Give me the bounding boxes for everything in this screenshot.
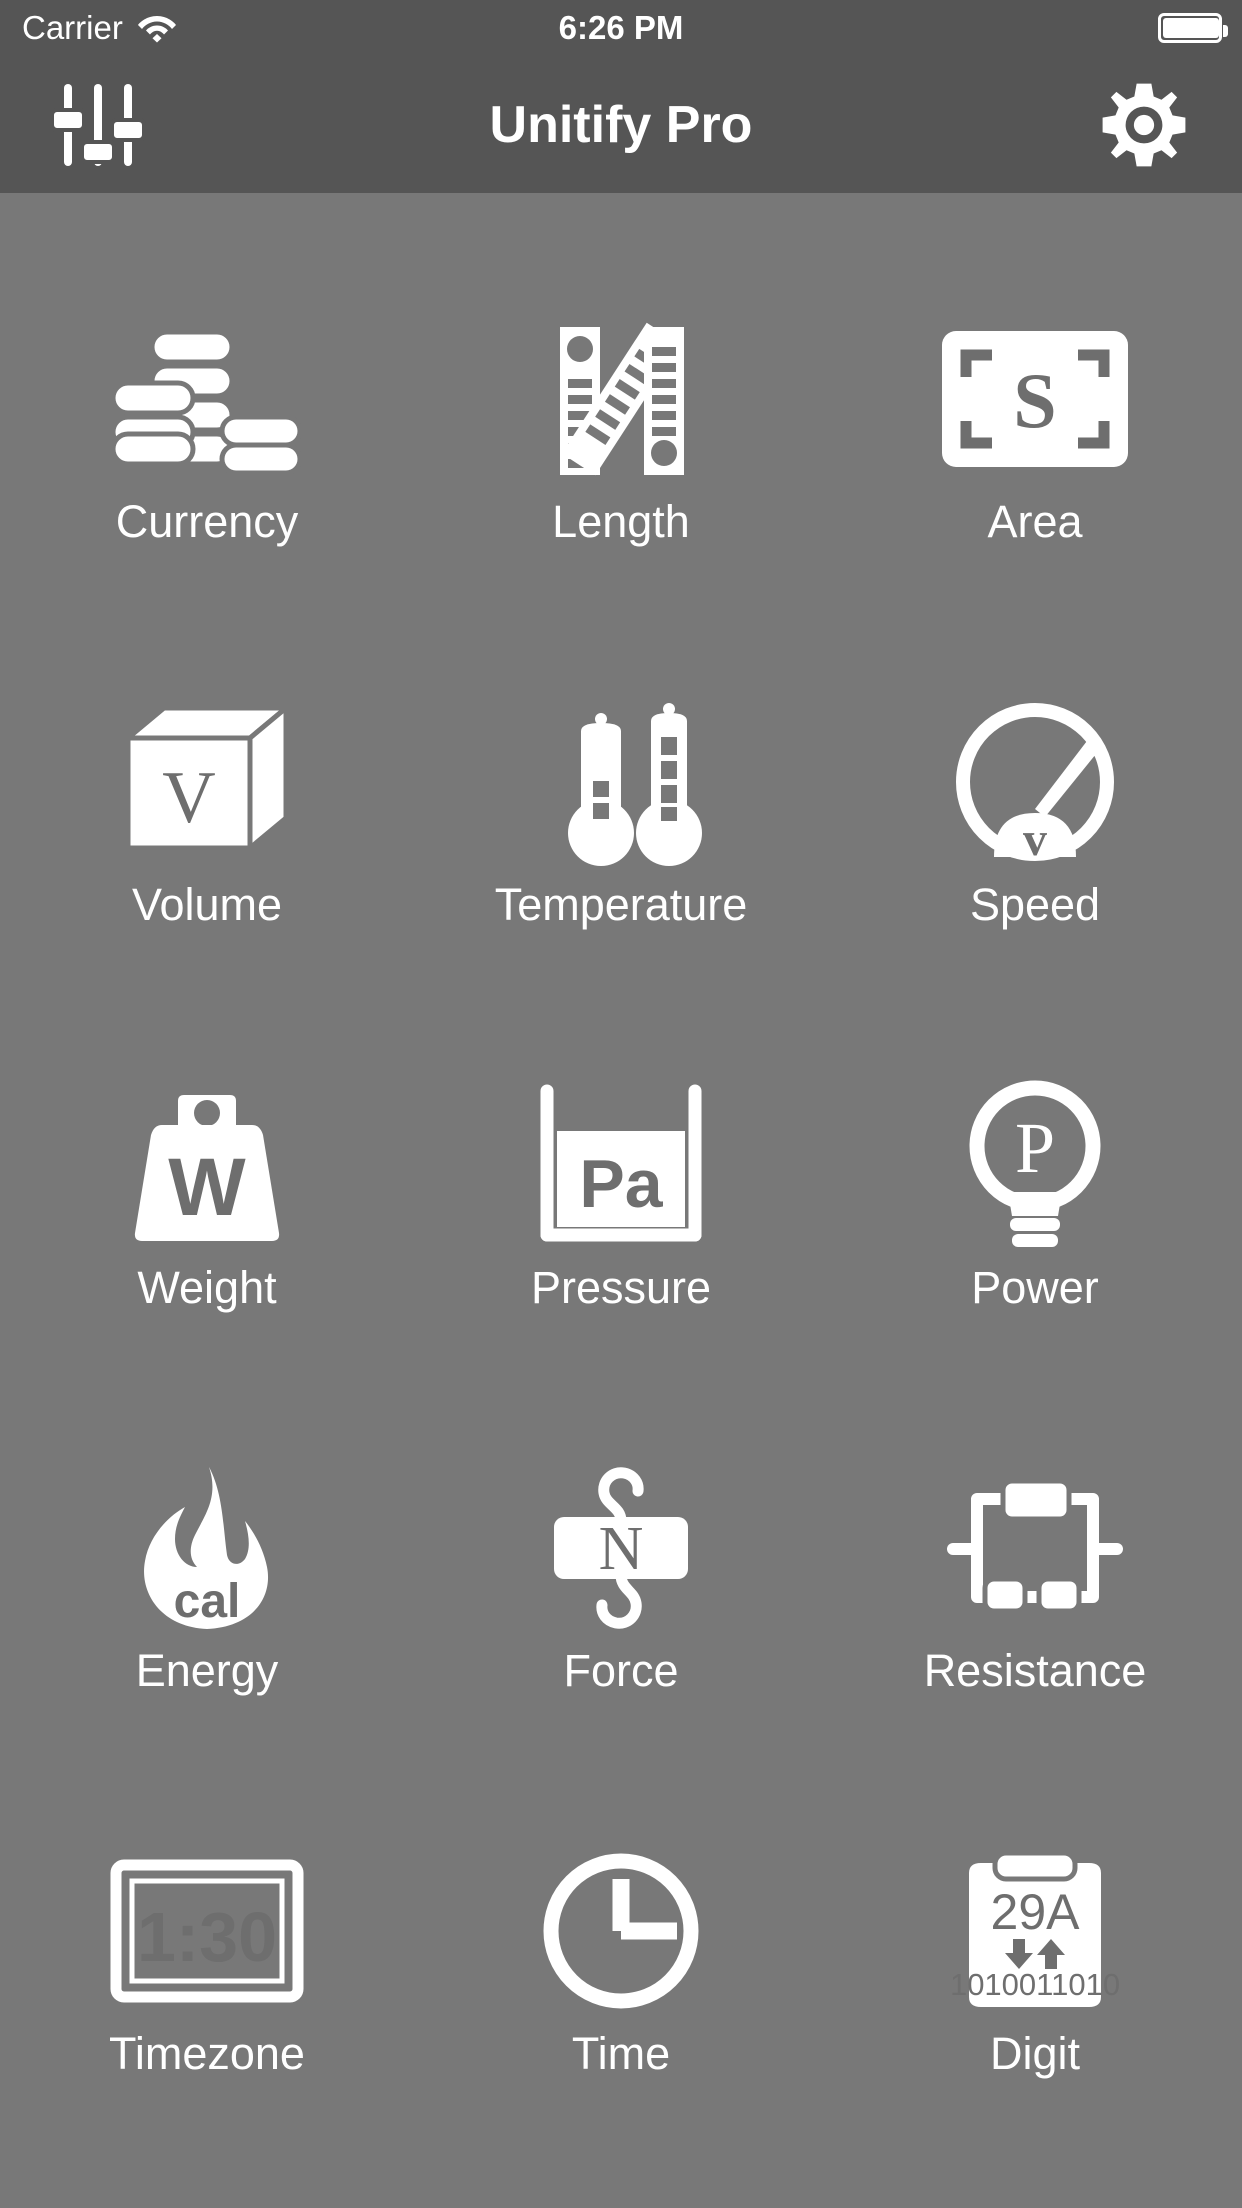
- flame-icon: cal: [92, 1453, 322, 1643]
- nav-bar: Unitify Pro: [0, 56, 1242, 193]
- area-frame-icon: S: [920, 304, 1150, 494]
- clock-frame-icon: 1:30: [92, 1836, 322, 2026]
- pressure-glyph: Pa: [579, 1146, 663, 1222]
- volume-glyph: V: [162, 757, 215, 839]
- grid-item-label: Speed: [969, 878, 1101, 930]
- grid-item-power[interactable]: P Power: [828, 999, 1242, 1382]
- grid-item-temperature[interactable]: Temperature: [414, 616, 828, 999]
- grid-item-currency[interactable]: Currency: [0, 233, 414, 616]
- grid-item-timezone[interactable]: 1:30 Timezone: [0, 1765, 414, 2148]
- grid-item-label: Timezone: [109, 2027, 305, 2079]
- grid-item-weight[interactable]: W Weight: [0, 999, 414, 1382]
- grid-item-pressure[interactable]: Pa Pressure: [414, 999, 828, 1382]
- area-glyph: S: [1013, 357, 1056, 444]
- grid-item-label: Energy: [135, 1644, 279, 1696]
- grid-item-label: Currency: [115, 495, 299, 547]
- grid-item-label: Length: [552, 495, 690, 547]
- status-bar-right: [1158, 0, 1228, 56]
- speed-glyph: v: [1023, 813, 1047, 866]
- grid-item-label: Force: [563, 1644, 679, 1696]
- pressure-vessel-icon: Pa: [506, 1070, 736, 1260]
- speedometer-icon: v: [920, 687, 1150, 877]
- sliders-button[interactable]: [48, 75, 148, 175]
- app-root: Carrier 6:26 PM Unitify Pro Currency Len…: [0, 0, 1242, 2208]
- converter-grid: Currency Length S Area V Volume Temperat…: [0, 193, 1242, 2208]
- grid-item-area[interactable]: S Area: [828, 233, 1242, 616]
- grid-item-digit[interactable]: 29A 1010011010 Digit: [828, 1765, 1242, 2148]
- analog-clock-icon: [506, 1836, 736, 2026]
- battery-full-icon: [1158, 13, 1228, 43]
- status-bar: Carrier 6:26 PM: [0, 0, 1242, 56]
- force-glyph: N: [599, 1515, 644, 1583]
- grid-item-label: Resistance: [923, 1644, 1147, 1696]
- digit-clipboard-icon: 29A 1010011010: [920, 1836, 1150, 2026]
- status-bar-clock: 6:26 PM: [558, 9, 684, 46]
- grid-item-resistance[interactable]: Resistance: [828, 1382, 1242, 1765]
- light-bulb-icon: P: [920, 1070, 1150, 1260]
- grid-item-volume[interactable]: V Volume: [0, 616, 414, 999]
- grid-item-label: Power: [971, 1261, 1099, 1313]
- grid-item-label: Volume: [131, 878, 283, 930]
- battery-level-fill: [1163, 18, 1219, 38]
- energy-glyph: cal: [174, 1575, 241, 1628]
- grid-item-time[interactable]: Time: [414, 1765, 828, 2148]
- grid-item-length[interactable]: Length: [414, 233, 828, 616]
- grid-item-energy[interactable]: cal Energy: [0, 1382, 414, 1765]
- digit-binary-glyph: 1010011010: [950, 1967, 1120, 2002]
- weight-block-icon: W: [92, 1070, 322, 1260]
- grid-item-label: Temperature: [494, 878, 748, 930]
- settings-button[interactable]: [1094, 75, 1194, 175]
- gear-icon: [1102, 83, 1186, 166]
- grid-item-label: Area: [987, 495, 1083, 547]
- grid-item-force[interactable]: N Force: [414, 1382, 828, 1765]
- hook-scale-icon: N: [506, 1453, 736, 1643]
- power-glyph: P: [1015, 1108, 1055, 1188]
- resistor-circuit-icon: [920, 1453, 1150, 1643]
- cube-box-icon: V: [92, 687, 322, 877]
- grid-item-label: Time: [571, 2027, 671, 2079]
- digit-hex-glyph: 29A: [991, 1884, 1081, 1940]
- grid-item-label: Weight: [137, 1261, 277, 1313]
- thermometers-icon: [506, 687, 736, 877]
- coin-stacks-icon: [92, 304, 322, 494]
- timezone-glyph: 1:30: [137, 1898, 277, 1976]
- page-title: Unitify Pro: [489, 95, 753, 154]
- folding-ruler-icon: [506, 304, 736, 494]
- grid-item-label: Digit: [989, 2027, 1081, 2079]
- grid-item-label: Pressure: [530, 1261, 712, 1313]
- grid-item-speed[interactable]: v Speed: [828, 616, 1242, 999]
- weight-glyph: W: [168, 1142, 246, 1233]
